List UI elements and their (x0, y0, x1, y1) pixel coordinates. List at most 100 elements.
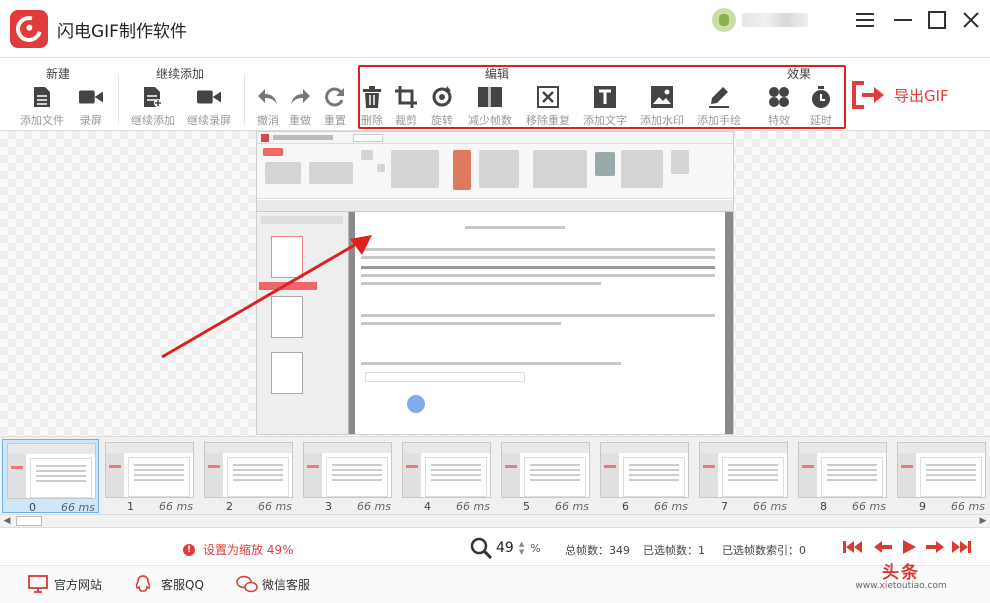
preview-canvas (0, 131, 990, 436)
frame-image (105, 442, 194, 498)
app-title: 闪电GIF制作软件 (57, 22, 187, 42)
frame-image (402, 442, 491, 498)
toolbar: 新建 继续添加 编辑 效果 添加文件 录屏 继续添加 继续录屏 撤消 重做 重置… (0, 58, 990, 131)
menu-icon[interactable] (852, 8, 878, 32)
close-icon[interactable] (958, 8, 984, 32)
remove-duplicate-icon (536, 85, 560, 109)
frame-preview (256, 131, 734, 435)
frame-duration: 66 ms (258, 500, 292, 513)
official-website-link[interactable]: 官方网站 (28, 575, 102, 593)
play-icon[interactable] (898, 539, 920, 555)
frame-duration: 66 ms (951, 500, 985, 513)
minimize-icon[interactable] (890, 8, 916, 32)
previous-frame-icon[interactable] (872, 539, 894, 555)
image-icon (650, 85, 674, 109)
monitor-icon (28, 575, 48, 593)
support-qq-link[interactable]: 客服QQ (135, 575, 204, 593)
frame-number: 8 (820, 500, 827, 513)
frame-duration: 66 ms (357, 500, 391, 513)
frame-number: 3 (325, 500, 332, 513)
frame-duration: 66 ms (456, 500, 490, 513)
group-label-continue-add: 继续添加 (156, 67, 205, 81)
app-logo (10, 10, 48, 48)
frame-duration: 66 ms (753, 500, 787, 513)
frame-thumbnail[interactable]: 2 66 ms (200, 439, 297, 513)
title-bar: 闪电GIF制作软件 (0, 0, 990, 58)
frame-thumbnail[interactable]: 4 66 ms (398, 439, 495, 513)
selected-frames: 已选帧数：1 (643, 544, 705, 557)
clover-icon (767, 85, 791, 109)
text-icon (593, 85, 617, 109)
preview-document-area (257, 212, 733, 434)
maximize-icon[interactable] (924, 8, 950, 32)
toolbar-separator (118, 74, 119, 124)
frame-image (699, 442, 788, 498)
group-label-effects: 效果 (787, 67, 812, 81)
add-text-button[interactable]: 添加文字 (575, 85, 635, 128)
total-frames: 总帧数：349 (565, 544, 630, 557)
zoom-stepper[interactable]: ▲ ▼ (519, 540, 524, 556)
frame-thumbnail[interactable]: 0 66 ms (2, 439, 99, 514)
zoom-warning: ! 设置为缩放 49% (183, 541, 294, 558)
frame-number: 4 (424, 500, 431, 513)
frame-number: 5 (523, 500, 530, 513)
rotate-icon (430, 85, 454, 109)
status-bar: ! 设置为缩放 49% 49 ▲ ▼ % 总帧数：349 已选帧数：1 已选帧数索… (0, 528, 990, 566)
scroll-left-icon[interactable]: ◀ (0, 515, 14, 527)
continue-record-button[interactable]: 继续录屏 (179, 85, 239, 128)
next-frame-icon[interactable] (924, 539, 946, 555)
frame-number: 2 (226, 500, 233, 513)
zoom-value[interactable]: 49 (496, 540, 514, 556)
frame-thumbnail[interactable]: 9 66 ms (893, 439, 990, 513)
frame-duration: 66 ms (555, 500, 589, 513)
frame-thumbnail[interactable]: 3 66 ms (299, 439, 396, 513)
record-button[interactable]: 录屏 (61, 85, 121, 128)
frame-number: 7 (721, 500, 728, 513)
reduce-frames-button[interactable]: 减少帧数 (460, 85, 520, 128)
frame-number: 9 (919, 500, 926, 513)
frame-number: 6 (622, 500, 629, 513)
footer: 官方网站 客服QQ 微信客服 (0, 566, 990, 603)
last-frame-icon[interactable] (950, 539, 972, 555)
reduce-frames-icon (478, 85, 502, 109)
frame-duration: 66 ms (852, 500, 886, 513)
export-gif-button[interactable]: 导出GIF (852, 80, 977, 110)
first-frame-icon[interactable] (842, 539, 864, 555)
frame-strip-scrollbar[interactable]: ◀ ▶ (0, 514, 990, 528)
wechat-icon (236, 575, 258, 593)
magnifier-icon (470, 537, 492, 559)
frame-number: 0 (29, 501, 36, 514)
user-name-blurred[interactable] (742, 13, 808, 27)
frame-thumbnail[interactable]: 6 66 ms (596, 439, 693, 513)
frame-image (7, 443, 96, 499)
add-handwriting-button[interactable]: 添加手绘 (689, 85, 749, 128)
frame-image (303, 442, 392, 498)
scroll-thumb[interactable] (16, 516, 42, 526)
add-watermark-button[interactable]: 添加水印 (632, 85, 692, 128)
delay-button[interactable]: 延时 (791, 85, 851, 128)
frame-thumbnail[interactable]: 5 66 ms (497, 439, 594, 513)
remove-duplicates-button[interactable]: 移除重复 (518, 85, 578, 128)
user-avatar[interactable] (712, 8, 736, 32)
frame-thumbnail[interactable]: 8 66 ms (794, 439, 891, 513)
file-icon (30, 85, 54, 109)
warning-icon: ! (183, 543, 195, 556)
zoom-control[interactable]: 49 ▲ ▼ % (470, 536, 548, 560)
frame-duration: 66 ms (61, 501, 95, 514)
preview-ribbon (257, 144, 733, 199)
frame-thumbnail[interactable]: 1 66 ms (101, 439, 198, 513)
frame-image (798, 442, 887, 498)
frame-thumbnail[interactable]: 7 66 ms (695, 439, 792, 513)
continue-add-button[interactable]: 继续添加 (123, 85, 183, 128)
cursor-click-indicator (407, 395, 425, 413)
scroll-right-icon[interactable]: ▶ (976, 515, 990, 527)
frame-number: 1 (127, 500, 134, 513)
watermark: 头条 www.xietoutiao.com (855, 563, 947, 591)
frame-strip: 0 66 ms 1 66 ms 2 66 ms 3 66 ms 4 66 ms 5 66 ms 6 66 … (0, 436, 990, 514)
export-icon (852, 81, 886, 109)
support-wechat-link[interactable]: 微信客服 (236, 575, 310, 593)
preview-thumbnail-pane (257, 212, 349, 434)
frame-image (204, 442, 293, 498)
frame-duration: 66 ms (159, 500, 193, 513)
pen-icon (707, 85, 731, 109)
